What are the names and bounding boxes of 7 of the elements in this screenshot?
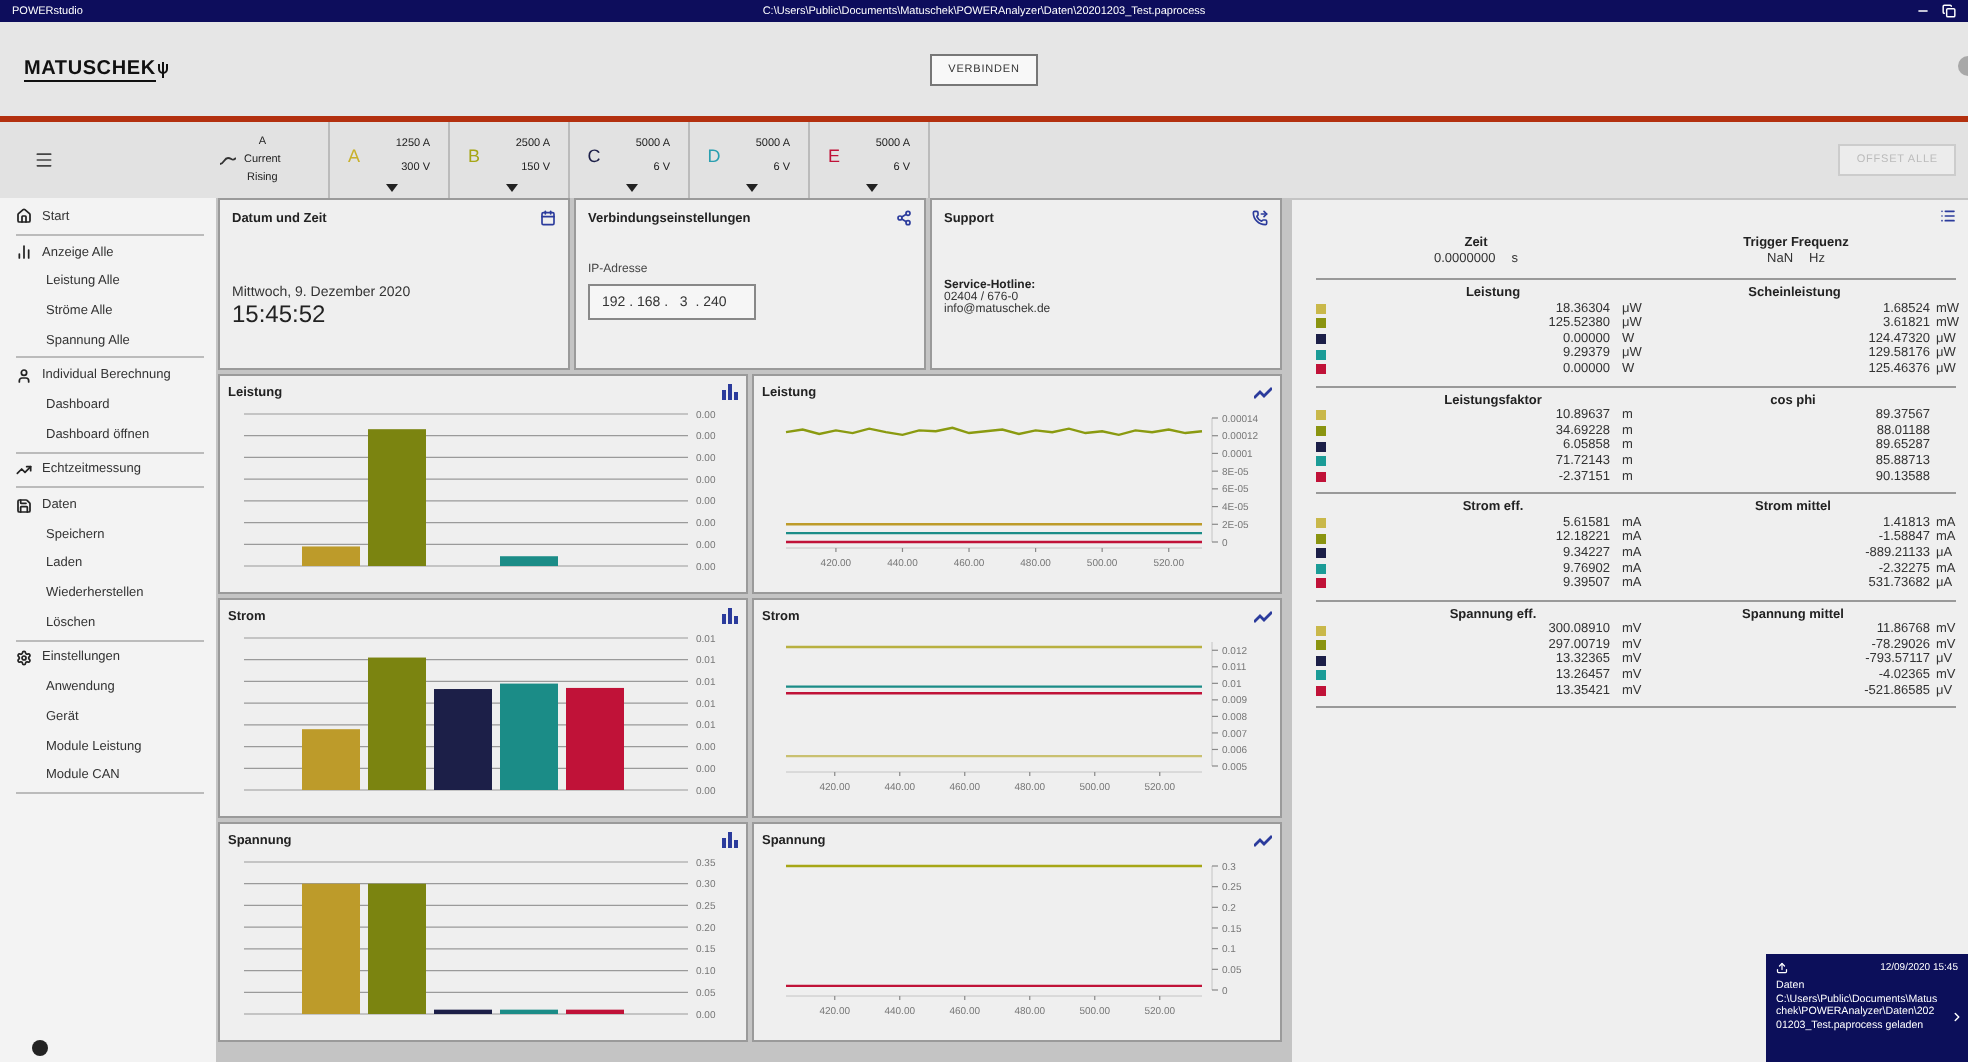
channel-letter: C (587, 145, 601, 165)
clock-time: 15:45:52 (232, 300, 328, 328)
channel-letter: B (467, 145, 480, 165)
channel-letter: D (707, 145, 721, 165)
channel-letter: E (827, 145, 840, 165)
channel-letter: A (347, 145, 360, 165)
brand-logo: MATUSCHEK (24, 57, 156, 81)
